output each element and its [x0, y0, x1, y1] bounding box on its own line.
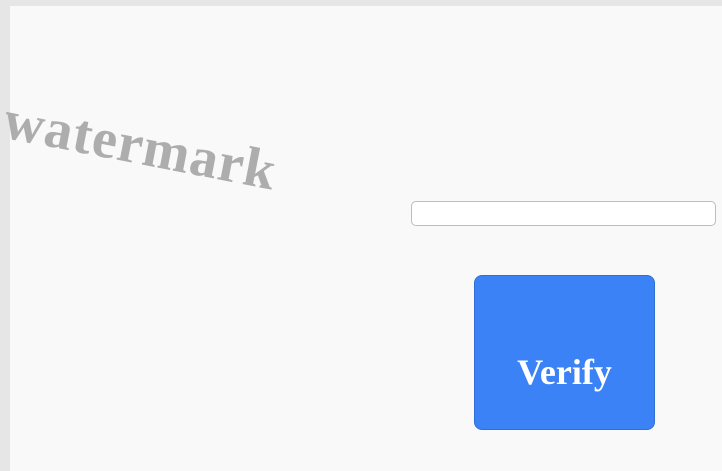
verification-input[interactable] — [411, 201, 716, 226]
verify-button[interactable]: Verify — [474, 275, 655, 430]
